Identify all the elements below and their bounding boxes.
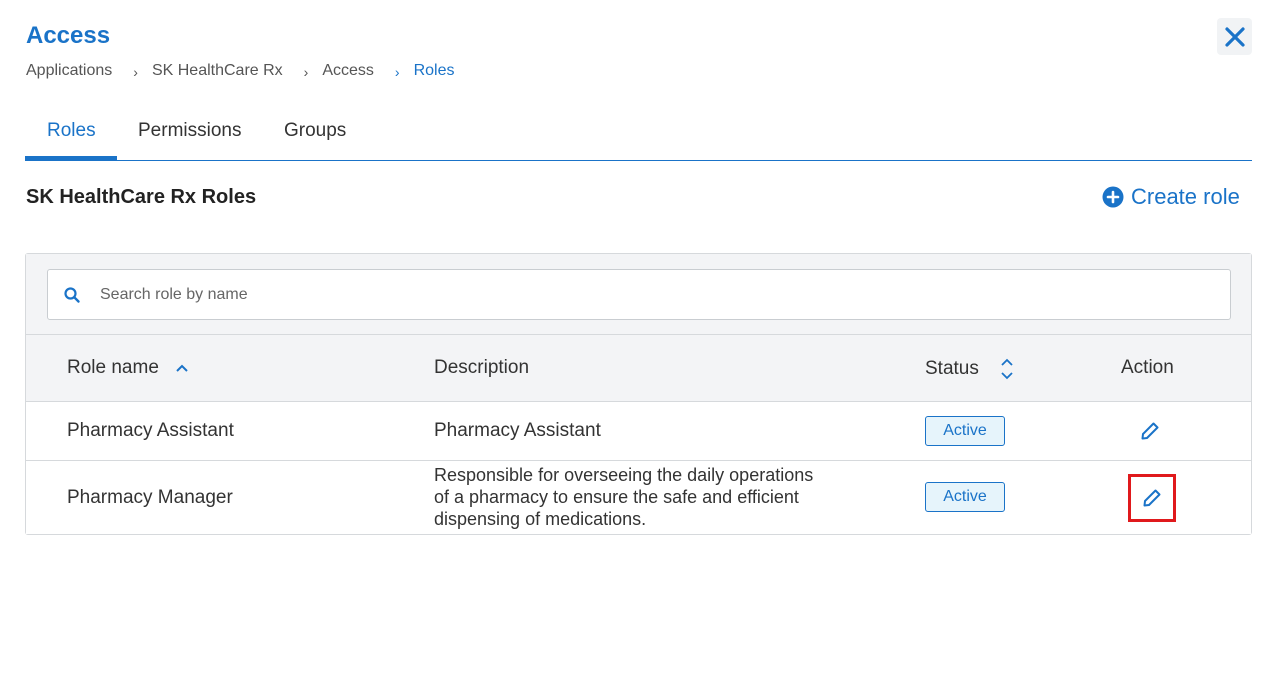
active-tab-indicator: [25, 156, 117, 160]
search-input[interactable]: [98, 284, 1102, 305]
plus-circle-icon: [1102, 186, 1124, 208]
column-header-label: Status: [925, 358, 979, 379]
roles-table: Role name Description Status Action Phar…: [25, 253, 1252, 535]
search-icon: [64, 286, 80, 303]
description-cell: Responsible for overseeing the daily ope…: [434, 464, 854, 530]
breadcrumb-roles: Roles: [413, 62, 455, 79]
sort-ascending-icon: [176, 364, 188, 372]
breadcrumb-separator: ›: [303, 64, 309, 80]
table-row: Pharmacy Manager Responsible for oversee…: [26, 461, 1251, 534]
breadcrumb-access[interactable]: Access: [322, 62, 374, 80]
pencil-icon: [1141, 422, 1159, 440]
close-button[interactable]: [1217, 18, 1252, 55]
role-name-cell: Pharmacy Assistant: [67, 420, 234, 441]
section-title: SK HealthCare Rx Roles: [26, 186, 257, 208]
search-box[interactable]: [47, 269, 1231, 320]
description-cell: Pharmacy Assistant: [434, 420, 601, 441]
close-icon: [1224, 26, 1245, 47]
page-title: Access: [26, 22, 111, 49]
pencil-icon: [1143, 489, 1161, 507]
tab-bar: Roles Permissions Groups: [25, 110, 1252, 161]
description-line: dispensing of medications.: [434, 509, 647, 529]
column-header-description: Description: [434, 357, 529, 379]
role-name-cell: Pharmacy Manager: [67, 487, 233, 508]
description-line: Responsible for overseeing the daily ope…: [434, 465, 814, 485]
table-header: Role name Description Status Action: [26, 335, 1251, 402]
column-header-label: Description: [434, 357, 530, 378]
breadcrumb: Applications › SK HealthCare Rx › Access…: [26, 62, 455, 80]
breadcrumb-separator: ›: [394, 64, 400, 80]
description-line: of a pharmacy to ensure the safe and eff…: [434, 487, 799, 507]
column-header-action: Action: [1121, 357, 1174, 379]
search-bar-area: [26, 254, 1251, 335]
column-header-role-name[interactable]: Role name: [67, 357, 189, 379]
column-header-label: Role name: [67, 357, 159, 378]
create-role-label: Create role: [1131, 184, 1240, 209]
column-header-label: Action: [1121, 357, 1174, 378]
column-header-status[interactable]: Status: [925, 357, 1014, 381]
edit-role-button[interactable]: [1128, 474, 1176, 522]
breadcrumb-applications[interactable]: Applications: [26, 62, 112, 80]
tab-groups[interactable]: Groups: [284, 120, 346, 142]
breadcrumb-separator: ›: [133, 64, 138, 80]
tab-permissions[interactable]: Permissions: [138, 120, 241, 142]
status-badge: Active: [925, 482, 1005, 512]
status-badge: Active: [925, 416, 1005, 446]
sort-unsorted-icon: [1001, 358, 1013, 380]
create-role-button[interactable]: Create role: [1102, 184, 1240, 210]
edit-role-button[interactable]: [1128, 409, 1172, 453]
table-row: Pharmacy Assistant Pharmacy Assistant Ac…: [26, 402, 1251, 461]
tab-roles[interactable]: Roles: [47, 120, 96, 142]
breadcrumb-sk-healthcare[interactable]: SK HealthCare Rx: [152, 62, 283, 80]
